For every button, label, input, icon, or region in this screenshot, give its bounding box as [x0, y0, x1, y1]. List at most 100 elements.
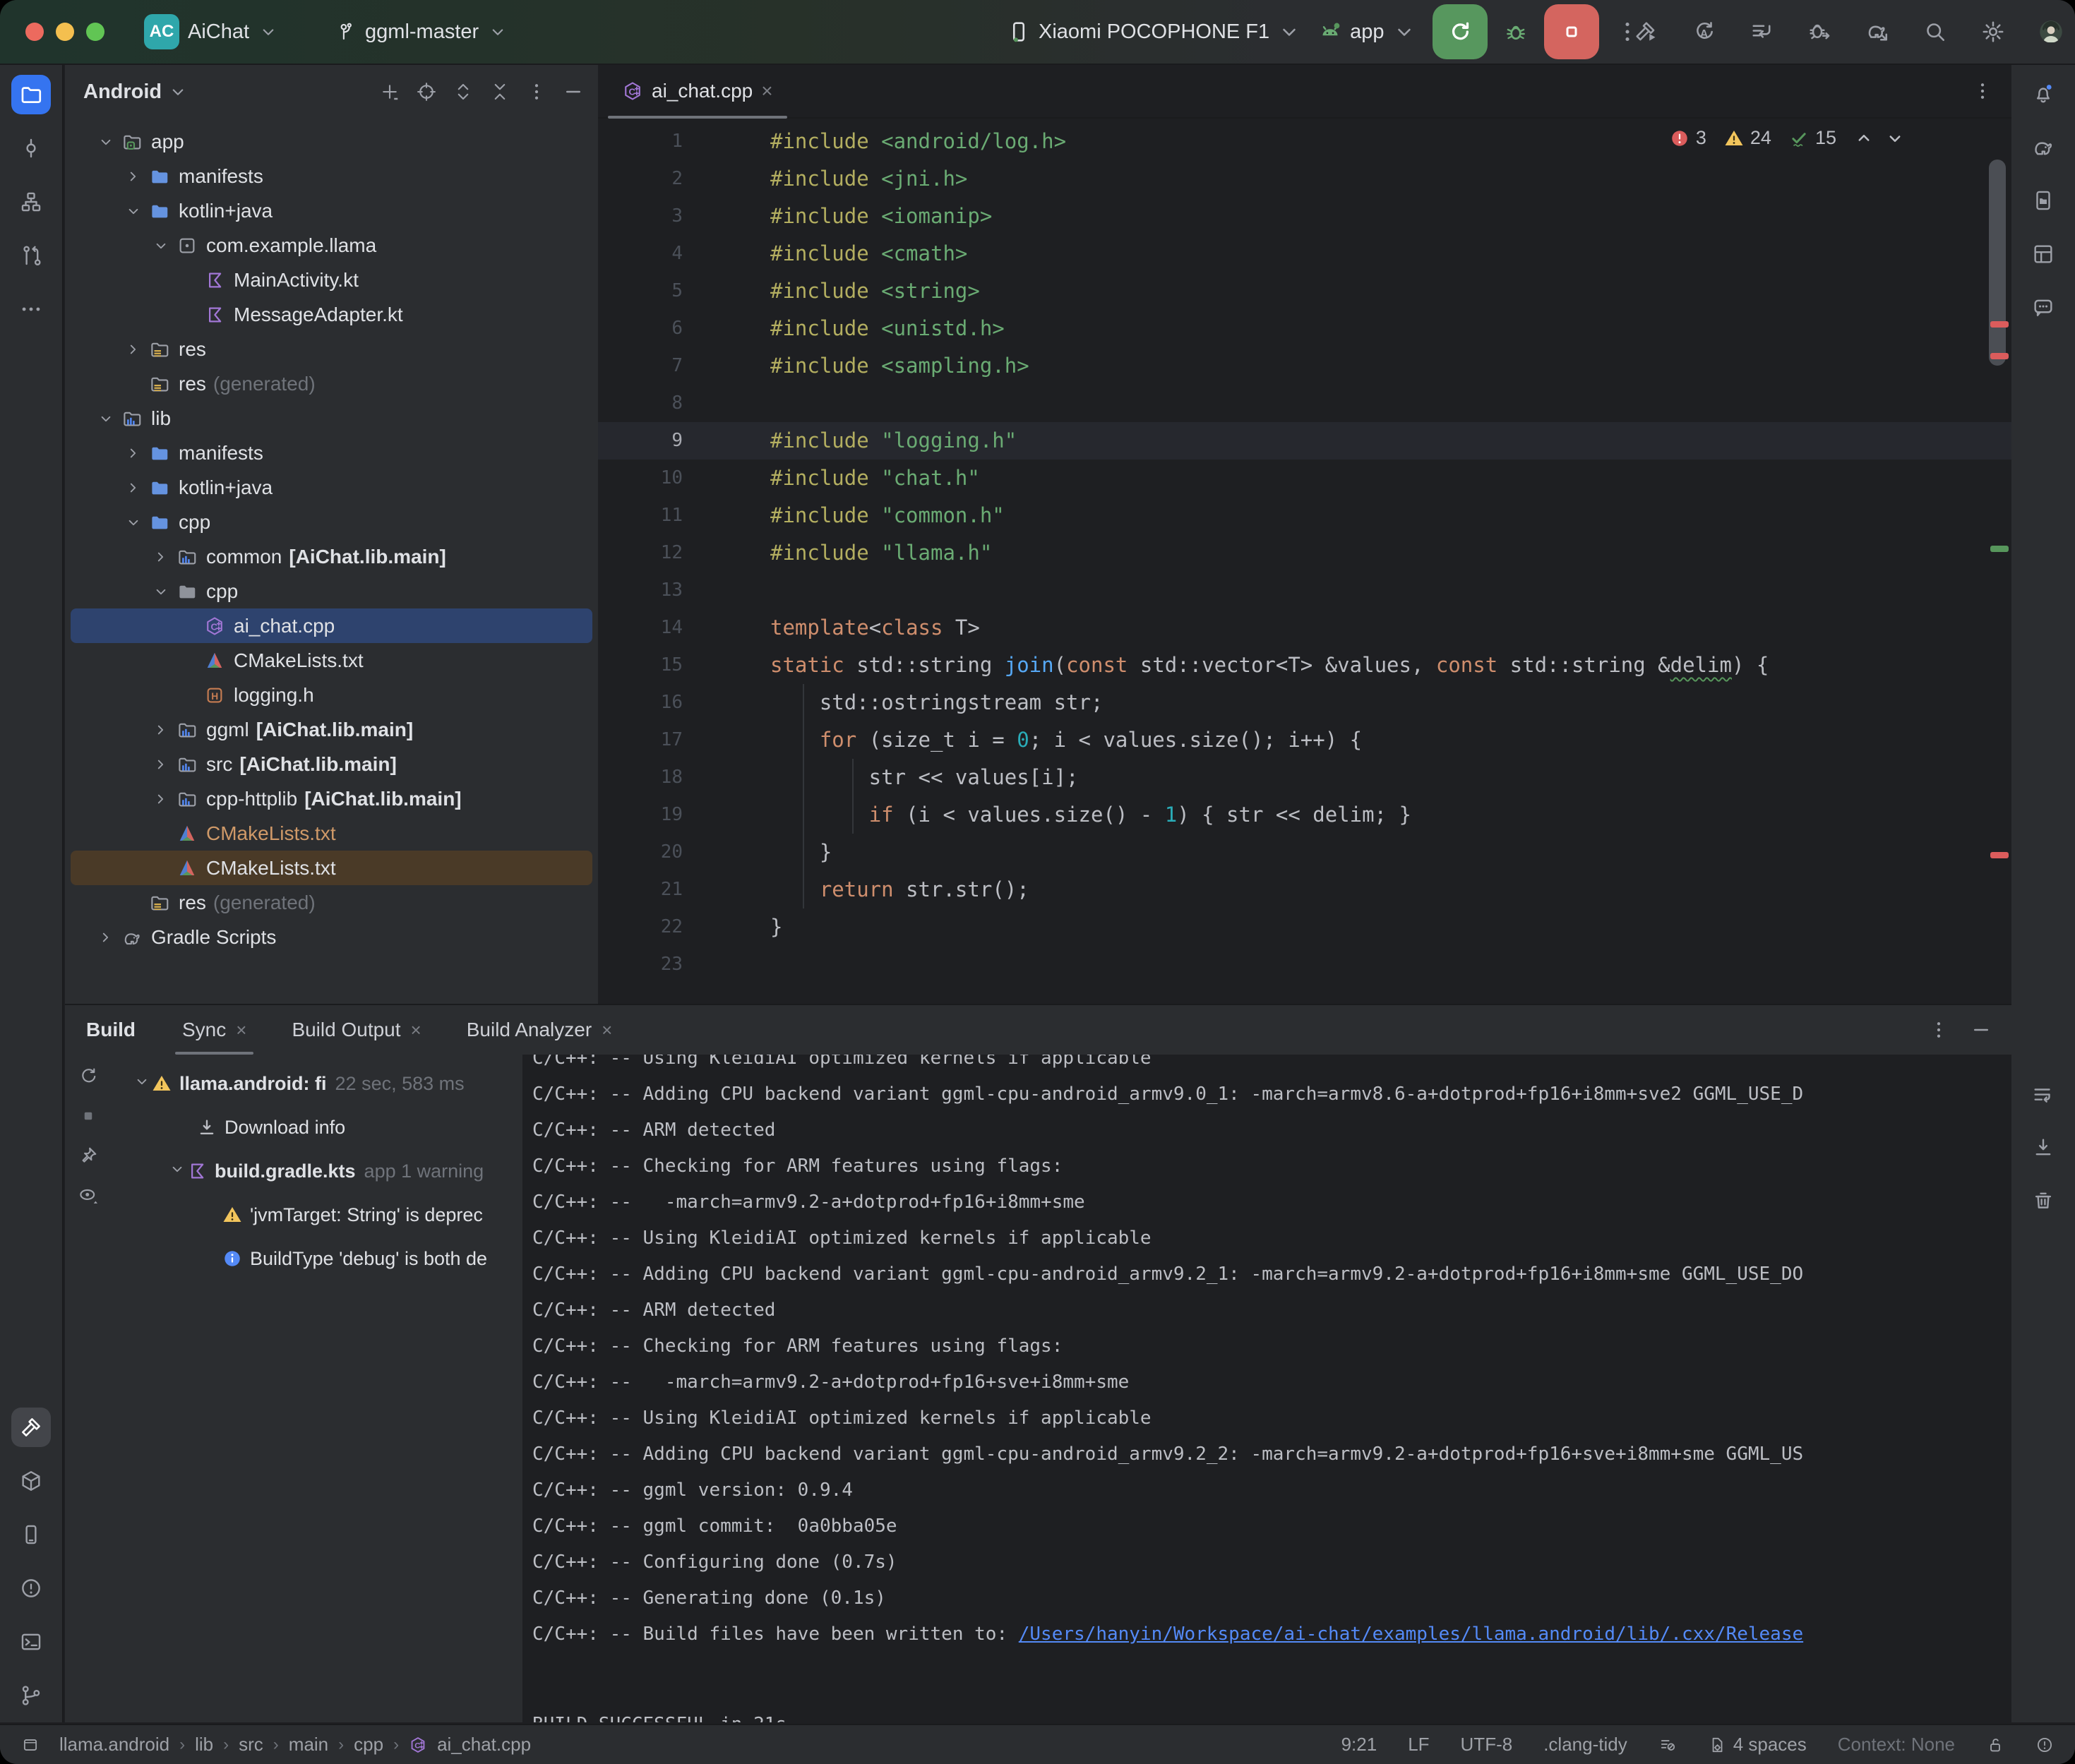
previous-problem-button[interactable] [1853, 128, 1874, 149]
gradle-tool-button[interactable] [2023, 127, 2063, 167]
next-problem-button[interactable] [1884, 128, 1906, 149]
gradle-sync-icon[interactable] [1865, 19, 1890, 44]
code-line[interactable]: 7#include <sampling.h> [598, 347, 2011, 385]
breadcrumb-item[interactable]: src [239, 1734, 263, 1756]
build-tree-item[interactable]: build.gradle.ktsapp 1 warning [65, 1149, 522, 1193]
breadcrumb-item[interactable]: lib [195, 1734, 213, 1756]
collapse-chevron-icon[interactable] [121, 202, 146, 220]
terminal-tool-button[interactable] [11, 1622, 51, 1662]
collapse-all-icon[interactable] [489, 81, 510, 102]
device-explorer-tool-button[interactable] [2023, 181, 2063, 220]
maximize-window-button[interactable] [86, 23, 104, 41]
tree-item-ggml[interactable]: ggml[AiChat.lib.main] [71, 712, 592, 747]
code-line[interactable]: 16 std::ostringstream str; [598, 684, 2011, 721]
expand-chevron-icon[interactable] [121, 340, 146, 359]
expand-chevron-icon[interactable] [93, 928, 119, 947]
tree-item-com-example-llama[interactable]: com.example.llama [71, 228, 592, 263]
notifications-tool-button[interactable] [2023, 73, 2063, 113]
context-indicator[interactable]: Context: None [1838, 1734, 1955, 1756]
code-line[interactable]: 2#include <jni.h> [598, 160, 2011, 198]
build-output-link[interactable]: /Users/hanyin/Workspace/ai-chat/examples… [1019, 1624, 1803, 1645]
tree-item-mainactivity-kt[interactable]: MainActivity.kt [71, 263, 592, 297]
tree-item-common[interactable]: common[AiChat.lib.main] [71, 539, 592, 574]
close-tab-button[interactable]: × [602, 1019, 612, 1041]
tab-options-button[interactable] [1972, 80, 1993, 102]
vcs-branch-widget[interactable]: ggml-master [335, 20, 508, 44]
settings-icon[interactable] [1980, 19, 2006, 44]
clear-tool-button[interactable] [2023, 1180, 2063, 1220]
code-line[interactable]: 13 [598, 572, 2011, 609]
device-selector[interactable]: Xiaomi POCOPHONE F1 [1006, 19, 1302, 44]
build-tree-item[interactable]: llama.android: fi22 sec, 583 ms [65, 1062, 522, 1105]
tree-item-app[interactable]: app [71, 124, 592, 159]
build-tab-sync[interactable]: Sync× [175, 1005, 253, 1055]
stop-square-icon[interactable] [78, 1105, 99, 1127]
code-line[interactable]: 14template<class T> [598, 609, 2011, 647]
hide-icon[interactable] [563, 81, 584, 102]
tree-item-gradle-scripts[interactable]: Gradle Scripts [71, 920, 592, 954]
soft-wrap-tool-button[interactable] [2023, 1076, 2063, 1115]
code-line[interactable]: 12#include "llama.h" [598, 534, 2011, 572]
tree-item-cpp[interactable]: cpp [71, 574, 592, 608]
expand-chevron-icon[interactable] [148, 790, 174, 808]
tree-item-res[interactable]: res(generated) [71, 366, 592, 401]
avatar[interactable] [2038, 19, 2064, 44]
scroll-to-end-tool-button[interactable] [2023, 1128, 2063, 1168]
tree-item-cmakelists-txt[interactable]: CMakeLists.txt [71, 816, 592, 851]
code-line[interactable]: 23 [598, 946, 2011, 983]
tree-item-src[interactable]: src[AiChat.lib.main] [71, 747, 592, 781]
expand-chevron-icon[interactable] [121, 167, 146, 186]
minimize-window-button[interactable] [56, 23, 74, 41]
error-stripe-mark[interactable] [1990, 852, 2009, 858]
code-line[interactable]: 3#include <iomanip> [598, 198, 2011, 235]
code-line[interactable]: 11#include "common.h" [598, 497, 2011, 534]
build-console[interactable]: C/C++: -- Using KleidiAI optimized kerne… [522, 1055, 2011, 1722]
inspections-widget[interactable]: 3 24 15 [1669, 127, 1906, 149]
tree-item-manifests[interactable]: manifests [71, 436, 592, 470]
code-line[interactable]: 15static std::string join(const std::vec… [598, 647, 2011, 684]
tree-item-logging-h[interactable]: Hlogging.h [71, 678, 592, 712]
code-line[interactable]: 19 if (i < values.size() - 1) { str << d… [598, 796, 2011, 834]
close-tab-button[interactable]: × [411, 1019, 421, 1041]
expand-chevron-icon[interactable] [148, 548, 174, 566]
tree-item-lib[interactable]: lib [71, 401, 592, 436]
running-devices-tool-button[interactable] [11, 1515, 51, 1554]
device-mirror-icon[interactable]: A [1691, 19, 1716, 44]
breadcrumb-item[interactable]: ai_chat.cpp [437, 1734, 531, 1756]
collapse-chevron-icon[interactable] [93, 409, 119, 428]
error-stripe-mark[interactable] [1990, 321, 2009, 328]
search-everywhere-icon[interactable] [1922, 19, 1948, 44]
close-tab-button[interactable]: × [236, 1019, 246, 1041]
eye-icon[interactable] [78, 1184, 99, 1206]
build-tree-item[interactable]: Download info [65, 1105, 522, 1149]
tree-item-manifests[interactable]: manifests [71, 159, 592, 193]
rerun-button[interactable] [1433, 4, 1488, 59]
problems-tool-button[interactable] [11, 1568, 51, 1608]
commit-tool-button[interactable] [11, 128, 51, 168]
assistant-tool-button[interactable] [2023, 288, 2063, 328]
error-stripe-mark[interactable] [1990, 353, 2009, 359]
expand-chevron-icon[interactable] [121, 479, 146, 497]
build-icon[interactable] [1633, 19, 1658, 44]
tree-item-res[interactable]: res(generated) [71, 885, 592, 920]
tree-item-messageadapter-kt[interactable]: MessageAdapter.kt [71, 297, 592, 332]
tree-item-kotlin-java[interactable]: kotlin+java [71, 470, 592, 505]
tree-item-kotlin-java[interactable]: kotlin+java [71, 193, 592, 228]
build-tree-item[interactable]: BuildType 'debug' is both de [65, 1237, 522, 1280]
close-window-button[interactable] [25, 23, 44, 41]
locate-icon[interactable] [416, 81, 437, 102]
code-line[interactable]: 22} [598, 908, 2011, 946]
breadcrumb-item[interactable]: cpp [354, 1734, 383, 1756]
lock-open-icon[interactable] [1986, 1736, 2004, 1754]
tree-item-res[interactable]: res [71, 332, 592, 366]
code-line[interactable]: 5#include <string> [598, 272, 2011, 310]
code-line[interactable]: 8 [598, 385, 2011, 422]
problems-indicator-icon[interactable] [2035, 1736, 2054, 1754]
project-view-selector[interactable]: Android [83, 80, 162, 104]
line-ending[interactable]: LF [1408, 1734, 1429, 1756]
error-stripe-mark[interactable] [1990, 546, 2009, 552]
build-tab-build-analyzer[interactable]: Build Analyzer× [460, 1005, 620, 1055]
collapse-chevron-icon[interactable] [148, 582, 174, 601]
collapse-chevron-icon[interactable] [148, 236, 174, 255]
add-icon[interactable] [379, 81, 400, 102]
